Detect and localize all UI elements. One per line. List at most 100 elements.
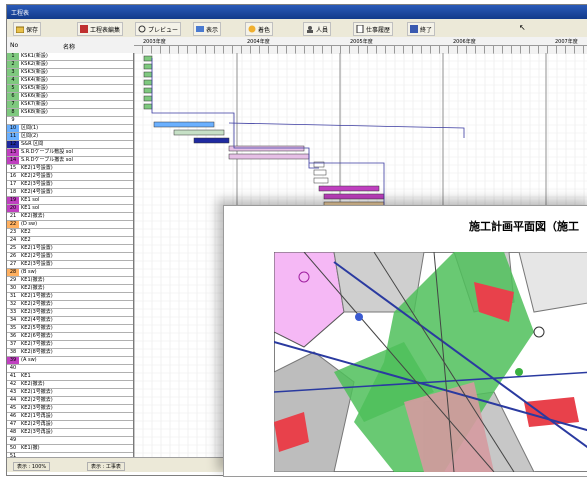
task-name: KSK5(新設): [21, 85, 48, 91]
task-row[interactable]: 38 KE2(8号撤去): [7, 349, 133, 357]
task-row[interactable]: 44 KE2(2号撤去): [7, 397, 133, 405]
task-number: 39: [7, 357, 19, 364]
exit-button[interactable]: 終了: [407, 22, 436, 36]
task-number: 36: [7, 333, 19, 340]
task-number: 6: [7, 93, 19, 100]
people-button-label: 人員: [316, 26, 329, 34]
task-row[interactable]: 4 KSK4(新設): [7, 77, 133, 85]
year-label: 2005年度: [350, 39, 373, 45]
gantt-bar: [228, 153, 310, 160]
task-number: 22: [7, 221, 19, 228]
task-number: 37: [7, 341, 19, 348]
task-row[interactable]: 49: [7, 437, 133, 445]
task-row[interactable]: 22 (D sw): [7, 221, 133, 229]
task-list[interactable]: 1 KSK1(新設) 2 KSK2(新設) 3 KSK3(新設) 4 KSK4(新設) 5 KSK…: [7, 53, 134, 461]
task-row[interactable]: 50 KE1(撤): [7, 445, 133, 453]
task-number: 12: [7, 141, 19, 148]
edit-button[interactable]: 工程表編集: [77, 22, 124, 36]
task-row[interactable]: 2 KSK2(新設): [7, 61, 133, 69]
gantt-bar: [313, 177, 329, 184]
task-number: 47: [7, 421, 19, 428]
task-row[interactable]: 45 KE2(3号撤去): [7, 405, 133, 413]
task-name: KE2(2号設置): [21, 253, 53, 259]
task-row[interactable]: 21 KE2(撤去): [7, 213, 133, 221]
gantt-bar: [173, 129, 225, 136]
task-row[interactable]: 1 KSK1(新設): [7, 53, 133, 61]
task-row[interactable]: 3 KSK3(新設): [7, 69, 133, 77]
task-name: KE2(2号再設): [21, 421, 53, 427]
task-row[interactable]: 43 KE2(1号撤去): [7, 389, 133, 397]
task-number: 45: [7, 405, 19, 412]
gantt-bar: [143, 63, 153, 70]
task-row[interactable]: 27 KE2(3号設置): [7, 261, 133, 269]
toolbar: 保存 工程表編集 プレビュー 表示 着色 人員 仕事履歴 終了 ↖: [7, 19, 587, 38]
people-button[interactable]: 人員: [303, 22, 332, 36]
task-row[interactable]: 36 KE2(6号撤去): [7, 333, 133, 341]
task-row[interactable]: 5 KSK5(新設): [7, 85, 133, 93]
task-row[interactable]: 25 KE2(1号設置): [7, 245, 133, 253]
task-name: KE2(撤去): [21, 381, 45, 387]
task-number: 8: [7, 109, 19, 116]
task-row[interactable]: 23 KE2: [7, 229, 133, 237]
task-row[interactable]: 7 KSK7(新設): [7, 101, 133, 109]
plan-drawing-preview[interactable]: 施工計画平面図（施工: [223, 205, 587, 477]
history-button[interactable]: 仕事履歴: [353, 22, 394, 36]
preview-icon: [138, 25, 146, 33]
task-row[interactable]: 35 KE2(5号撤去): [7, 325, 133, 333]
task-row[interactable]: 24 KE2: [7, 237, 133, 245]
task-name: S.R.Dケーブル撤去 sol: [21, 157, 73, 163]
task-row[interactable]: 34 KE2(4号撤去): [7, 317, 133, 325]
task-row[interactable]: 19 KE1 sol: [7, 197, 133, 205]
task-number: 21: [7, 213, 19, 220]
task-row[interactable]: 6 KSK6(新設): [7, 93, 133, 101]
history-icon: [356, 24, 364, 34]
task-row[interactable]: 41 KE1: [7, 373, 133, 381]
task-row[interactable]: 48 KE2(3号再設): [7, 429, 133, 437]
task-row[interactable]: 30 KE2(撤去): [7, 285, 133, 293]
task-row[interactable]: 32 KE2(2号撤去): [7, 301, 133, 309]
task-number: 7: [7, 101, 19, 108]
task-row[interactable]: 17 KE2(3号設置): [7, 181, 133, 189]
preview-button[interactable]: プレビュー: [135, 22, 182, 36]
task-row[interactable]: 15 KE2(1号設置): [7, 165, 133, 173]
task-row[interactable]: 9: [7, 117, 133, 125]
task-row[interactable]: 29 KE1(撤去): [7, 277, 133, 285]
task-row[interactable]: 26 KE2(2号設置): [7, 253, 133, 261]
task-name: KE2(3号撤去): [21, 405, 53, 411]
task-name: KE2(6号撤去): [21, 333, 53, 339]
task-row[interactable]: 28 (B sw): [7, 269, 133, 277]
task-name: KSK8(新設): [21, 109, 48, 115]
folder-icon: [15, 25, 25, 34]
edit-icon: [80, 25, 88, 33]
task-row[interactable]: 13 S.R.Dケーブル敷設 sol: [7, 149, 133, 157]
task-number: 14: [7, 157, 19, 164]
task-row[interactable]: 18 KE2(4号設置): [7, 189, 133, 197]
task-number: 20: [7, 205, 19, 212]
paint-button[interactable]: 着色: [245, 22, 274, 36]
task-number: 46: [7, 413, 19, 420]
task-row[interactable]: 20 KE1 sol: [7, 205, 133, 213]
task-row[interactable]: 39 (A sw): [7, 357, 133, 365]
task-row[interactable]: 37 KE2(7号撤去): [7, 341, 133, 349]
task-name: KE2(2号撤去): [21, 397, 53, 403]
task-row[interactable]: 33 KE2(3号撤去): [7, 309, 133, 317]
task-row[interactable]: 11 区間(2): [7, 133, 133, 141]
task-row[interactable]: 12 S&R 区間: [7, 141, 133, 149]
task-row[interactable]: 42 KE2(撤去): [7, 381, 133, 389]
task-row[interactable]: 10 区間(1): [7, 125, 133, 133]
task-row[interactable]: 8 KSK8(新設): [7, 109, 133, 117]
name-column-header: 名称: [63, 44, 76, 51]
task-name: KE1: [21, 373, 31, 379]
task-row[interactable]: 47 KE2(2号再設): [7, 421, 133, 429]
save-button[interactable]: 保存: [13, 22, 42, 36]
task-row[interactable]: 31 KE2(1号撤去): [7, 293, 133, 301]
preview-button-label: プレビュー: [148, 26, 179, 34]
task-row[interactable]: 14 S.R.Dケーブル撤去 sol: [7, 157, 133, 165]
view-button[interactable]: 表示: [193, 22, 222, 36]
task-name: (A sw): [21, 357, 37, 363]
task-number: 31: [7, 293, 19, 300]
title-bar: 工程表: [7, 5, 587, 19]
task-row[interactable]: 46 KE2(1号再設): [7, 413, 133, 421]
task-row[interactable]: 40: [7, 365, 133, 373]
task-row[interactable]: 16 KE2(2号設置): [7, 173, 133, 181]
